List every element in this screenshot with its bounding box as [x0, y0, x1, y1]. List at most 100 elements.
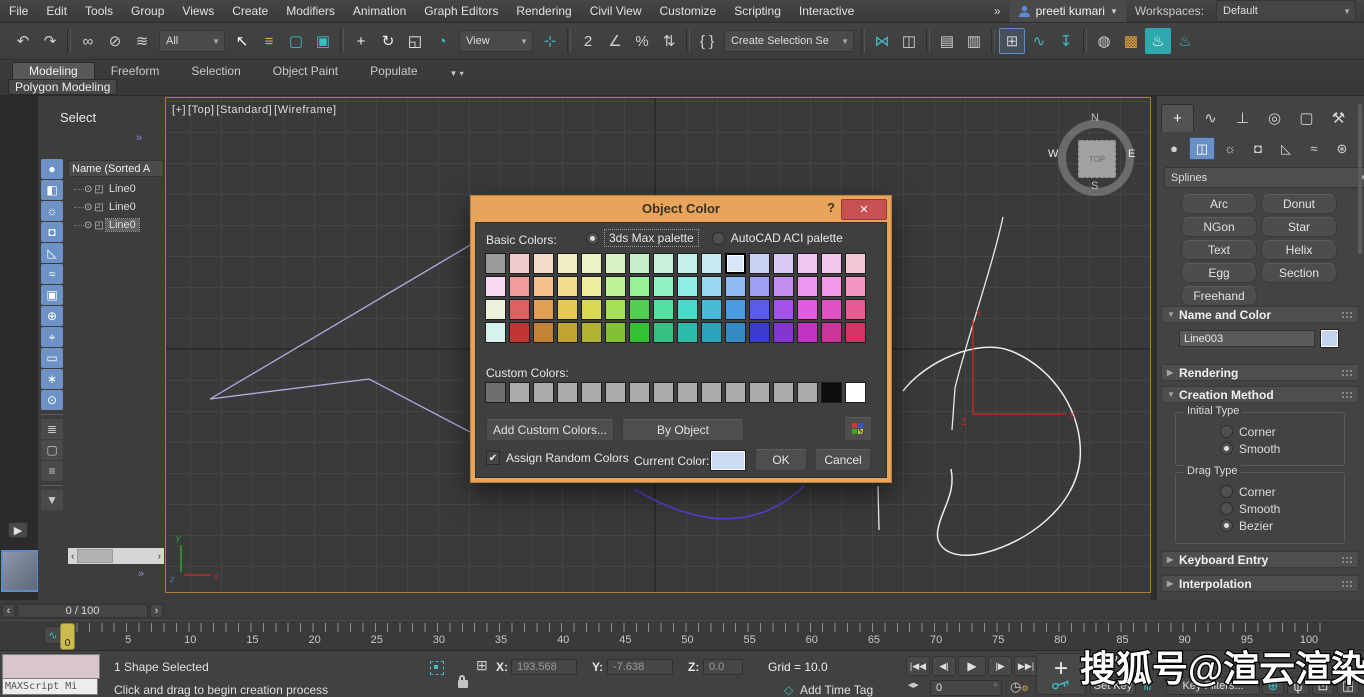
cat-lights-icon[interactable]: ☼: [1217, 137, 1243, 160]
filter-xrefs-icon[interactable]: ⊕: [41, 306, 63, 326]
menu-item[interactable]: Graph Editors: [415, 0, 507, 22]
cat-cameras-icon[interactable]: ◘: [1245, 137, 1271, 160]
expand-panel-button[interactable]: ▶: [8, 522, 28, 538]
ribbon-minimize-icon[interactable]: ▼ ▾: [434, 68, 480, 79]
window-crossing-icon[interactable]: ▣: [310, 28, 336, 54]
color-swatch[interactable]: [797, 299, 818, 320]
scroll-left-icon[interactable]: ‹: [68, 551, 77, 562]
bind-to-space-warp-icon[interactable]: ≋: [129, 28, 155, 54]
visibility-eye-icon[interactable]: ⊙: [84, 184, 92, 195]
select-and-manipulate-icon[interactable]: ⊹: [537, 28, 563, 54]
percent-snap-icon[interactable]: %: [629, 28, 655, 54]
select-object-icon[interactable]: ↖: [229, 28, 255, 54]
color-swatch[interactable]: [581, 253, 602, 274]
cat-systems-icon[interactable]: ⊛: [1329, 137, 1355, 160]
custom-color-swatch[interactable]: [509, 382, 530, 403]
menu-item[interactable]: Rendering: [507, 0, 580, 22]
trackbar-right-icon[interactable]: ›: [150, 604, 163, 618]
color-swatch[interactable]: [629, 299, 650, 320]
custom-color-swatch[interactable]: [533, 382, 554, 403]
object-type-star[interactable]: Star: [1261, 217, 1337, 237]
color-swatch[interactable]: [653, 322, 674, 343]
frame-spinner-icon[interactable]: ÷: [993, 680, 998, 690]
color-picker-button[interactable]: [844, 417, 872, 441]
menu-item[interactable]: Tools: [76, 0, 122, 22]
scene-object-row[interactable]: ⊙◰Line0: [68, 180, 164, 198]
time-configuration-icon[interactable]: ◷⚙: [1010, 679, 1029, 695]
tab-modify[interactable]: ∿: [1195, 105, 1226, 132]
color-swatch[interactable]: [725, 322, 746, 343]
explorer-scrollbar[interactable]: ‹ ›: [68, 548, 164, 564]
menu-item[interactable]: Interactive: [790, 0, 863, 22]
ribbon-tab-freeform[interactable]: Freeform: [95, 63, 176, 79]
compass-east[interactable]: E: [1128, 148, 1135, 160]
color-swatch[interactable]: [797, 276, 818, 297]
ribbon-tab-modeling[interactable]: Modeling: [12, 62, 95, 79]
undo-icon[interactable]: ↶: [10, 28, 36, 54]
object-type-helix[interactable]: Helix: [1261, 240, 1337, 260]
compass-south[interactable]: S: [1091, 180, 1098, 192]
color-swatch[interactable]: [581, 299, 602, 320]
scene-object-row[interactable]: ⊙◰Line0: [68, 216, 164, 234]
color-swatch[interactable]: [773, 253, 794, 274]
color-swatch[interactable]: [581, 322, 602, 343]
object-type-donut[interactable]: Donut: [1261, 194, 1337, 214]
zoom-region-icon[interactable]: ⊡: [1312, 677, 1334, 695]
menu-overflow-icon[interactable]: »: [985, 0, 1010, 22]
curve-editor-icon[interactable]: ∿: [1026, 28, 1052, 54]
trackbar-left-icon[interactable]: ‹: [2, 604, 15, 618]
polygon-modeling-panel-button[interactable]: Polygon Modeling: [8, 79, 117, 95]
color-swatch[interactable]: [485, 253, 506, 274]
menu-item[interactable]: Civil View: [581, 0, 651, 22]
color-swatch[interactable]: [557, 299, 578, 320]
tab-create[interactable]: +: [1161, 104, 1194, 132]
visibility-eye-icon[interactable]: ⊙: [84, 202, 92, 213]
object-type-ngon[interactable]: NGon: [1181, 217, 1257, 237]
color-swatch[interactable]: [653, 253, 674, 274]
zoom-extents-icon[interactable]: ⊕: [1262, 677, 1284, 695]
color-swatch[interactable]: [677, 299, 698, 320]
color-swatch[interactable]: [557, 253, 578, 274]
rollout-creation-method[interactable]: ▼ Creation Method: [1161, 386, 1359, 403]
custom-color-swatch[interactable]: [725, 382, 746, 403]
color-swatch[interactable]: [485, 299, 506, 320]
set-key-button[interactable]: Set Key: [1090, 677, 1136, 695]
ribbon-tab-populate[interactable]: Populate: [354, 63, 433, 79]
color-swatch[interactable]: [533, 276, 554, 297]
play-button[interactable]: ▶: [958, 656, 986, 676]
filter-geometry-icon[interactable]: ●: [41, 159, 63, 179]
display-list-icon[interactable]: ≣: [41, 419, 63, 439]
menu-item[interactable]: Scripting: [725, 0, 790, 22]
rollout-interpolation[interactable]: ▶ Interpolation: [1161, 575, 1359, 592]
menu-item[interactable]: Modifiers: [277, 0, 344, 22]
radio-icon[interactable]: [1220, 442, 1233, 455]
palette-option[interactable]: 3ds Max palette: [586, 230, 698, 246]
filter-bones-icon[interactable]: ⌖: [41, 327, 63, 347]
explorer-column-header[interactable]: Name (Sorted A: [68, 160, 164, 177]
filter-shapes-icon[interactable]: ◧: [41, 180, 63, 200]
trackbar-range[interactable]: 0 / 100: [17, 604, 148, 618]
display-outline-icon[interactable]: ≡: [41, 461, 63, 481]
assign-random-colors-option[interactable]: ✔ Assign Random Colors: [486, 451, 629, 465]
rectangular-selection-region-icon[interactable]: ▢: [283, 28, 309, 54]
color-swatch[interactable]: [701, 253, 722, 274]
rollout-name-and-color[interactable]: ▼ Name and Color: [1161, 306, 1359, 323]
explorer-more-icon[interactable]: »: [136, 132, 142, 144]
spline-segment[interactable]: [878, 486, 879, 530]
selection-filter-dropdown[interactable]: All▼: [159, 30, 225, 52]
custom-color-swatch[interactable]: [581, 382, 602, 403]
color-swatch[interactable]: [725, 276, 746, 297]
radio-icon[interactable]: [1220, 425, 1233, 438]
color-swatch[interactable]: [725, 299, 746, 320]
selection-preview-thumbnail[interactable]: [1, 550, 39, 592]
object-color-swatch[interactable]: [1320, 329, 1339, 348]
color-swatch[interactable]: [749, 322, 770, 343]
filter-containers-icon[interactable]: ▭: [41, 348, 63, 368]
dialog-help-button[interactable]: ?: [827, 200, 835, 215]
tab-display[interactable]: ▢: [1291, 105, 1322, 132]
filter-funnel-icon[interactable]: ▼: [41, 490, 63, 510]
explorer-more2-icon[interactable]: »: [138, 568, 144, 580]
auto-key-button[interactable]: Auto Key: [1090, 655, 1132, 673]
filter-helpers-icon[interactable]: ◺: [41, 243, 63, 263]
time-slider[interactable]: 0: [60, 623, 75, 650]
